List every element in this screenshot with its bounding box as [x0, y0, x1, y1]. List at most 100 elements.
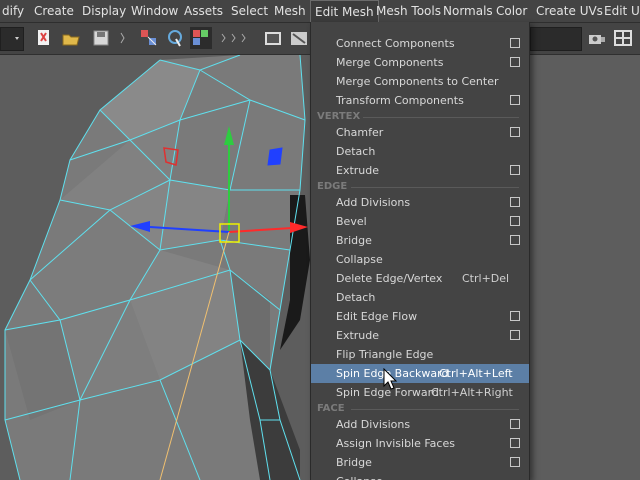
menu-mesh-tools[interactable]: Mesh Tools: [372, 0, 445, 22]
menu-select[interactable]: Select: [227, 0, 272, 22]
select-by-hierarchy-button[interactable]: [138, 27, 160, 49]
menu-item-label: Merge Components to Center: [336, 75, 499, 88]
section-divider: [351, 409, 519, 410]
save-scene-button[interactable]: [90, 27, 112, 49]
section-title: EDGE: [317, 181, 348, 192]
new-scene-icon: [38, 30, 49, 45]
menu-item-spin-edge-backward[interactable]: Spin Edge Backward Ctrl+Alt+Left: [311, 364, 529, 383]
shortcut-label: Ctrl+Alt+Left: [439, 367, 513, 380]
menu-edit-mesh[interactable]: Edit Mesh: [310, 0, 379, 22]
layout-button[interactable]: [612, 27, 634, 49]
section-divider: [363, 117, 519, 118]
layout-icon: [614, 30, 632, 46]
toolbar-separator: [118, 27, 128, 49]
ipr-render-button[interactable]: [288, 27, 310, 49]
menu-item-label: Bridge: [336, 234, 372, 247]
menu-item-label: Bevel: [336, 215, 367, 228]
menu-window[interactable]: Window: [127, 0, 182, 22]
render-icon: [265, 32, 281, 45]
section-divider: [351, 187, 519, 188]
option-box-icon[interactable]: [510, 235, 520, 245]
camera-button[interactable]: [586, 27, 608, 49]
menu-item-label: Flip Triangle Edge: [336, 348, 434, 361]
section-header-face: FACE: [311, 402, 529, 416]
menu-item-face-add-divisions[interactable]: Add Divisions: [311, 415, 529, 434]
menu-color[interactable]: Color: [492, 0, 531, 22]
menu-modify[interactable]: dify: [0, 0, 28, 22]
menu-item-label: Edit Edge Flow: [336, 310, 418, 323]
menu-item-label: Transform Components: [336, 94, 464, 107]
option-box-icon[interactable]: [510, 127, 520, 137]
option-box-icon[interactable]: [510, 438, 520, 448]
menu-create[interactable]: Create: [30, 0, 78, 22]
menu-item-vertex-extrude[interactable]: Extrude: [311, 161, 529, 180]
menu-set-dropdown[interactable]: [0, 27, 24, 51]
select-by-object-button[interactable]: [164, 27, 186, 49]
menu-item-assign-invisible-faces[interactable]: Assign Invisible Faces: [311, 434, 529, 453]
camera-icon: [589, 35, 605, 44]
ipr-icon: [291, 32, 307, 45]
menu-item-face-bridge[interactable]: Bridge: [311, 453, 529, 472]
menu-item-edge-bridge[interactable]: Bridge: [311, 231, 529, 250]
option-box-icon[interactable]: [510, 197, 520, 207]
menu-item-edge-extrude[interactable]: Extrude: [311, 326, 529, 345]
menu-item-transform-components[interactable]: Transform Components: [311, 91, 529, 110]
menu-item-merge-components-to-center[interactable]: Merge Components to Center: [311, 72, 529, 91]
menu-item-edge-bevel[interactable]: Bevel: [311, 212, 529, 231]
menu-item-edge-detach[interactable]: Detach: [311, 288, 529, 307]
open-scene-button[interactable]: [60, 27, 82, 49]
paint-select-icon: [193, 30, 208, 45]
render-button[interactable]: [262, 27, 284, 49]
menu-mesh[interactable]: Mesh: [270, 0, 310, 22]
menu-item-connect-components[interactable]: Connect Components: [311, 34, 529, 53]
menu-item-label: Delete Edge/Vertex: [336, 272, 443, 285]
new-scene-button[interactable]: [32, 27, 54, 49]
menu-item-label: Detach: [336, 145, 376, 158]
option-box-icon[interactable]: [510, 419, 520, 429]
menu-normals[interactable]: Normals: [439, 0, 497, 22]
menu-item-edge-collapse[interactable]: Collapse: [311, 250, 529, 269]
option-box-icon[interactable]: [510, 165, 520, 175]
input-field[interactable]: [530, 27, 582, 51]
toolbar-separator-2: [218, 27, 248, 49]
menu-item-label: Chamfer: [336, 126, 384, 139]
option-box-icon[interactable]: [510, 38, 520, 48]
option-box-icon[interactable]: [510, 457, 520, 467]
menu-item-label: Merge Components: [336, 56, 444, 69]
menu-item-vertex-detach[interactable]: Detach: [311, 142, 529, 161]
menu-item-flip-triangle-edge[interactable]: Flip Triangle Edge: [311, 345, 529, 364]
option-box-icon[interactable]: [510, 216, 520, 226]
menu-item-label: Collapse: [336, 253, 383, 266]
shortcut-label: Ctrl+Del: [462, 272, 510, 285]
menu-item-label: Detach: [336, 291, 376, 304]
section-title: FACE: [317, 403, 345, 414]
menu-item-label: Collapse: [336, 472, 383, 480]
menu-item-merge-components[interactable]: Merge Components: [311, 53, 529, 72]
select-by-component-button[interactable]: [190, 27, 212, 49]
menu-item-edit-edge-flow[interactable]: Edit Edge Flow: [311, 307, 529, 326]
main-menubar: dify Create Display Window Assets Select…: [0, 0, 640, 23]
menu-item-face-collapse[interactable]: Collapse: [311, 472, 529, 480]
option-box-icon[interactable]: [510, 95, 520, 105]
menu-item-vertex-chamfer[interactable]: Chamfer: [311, 123, 529, 142]
menu-item-label: Extrude: [336, 329, 380, 342]
option-box-icon[interactable]: [510, 57, 520, 67]
menu-edit-uv[interactable]: Edit UV: [600, 0, 640, 22]
menu-item-delete-edge-vertex[interactable]: Delete Edge/Vertex Ctrl+Del: [311, 269, 529, 288]
menu-assets[interactable]: Assets: [180, 0, 227, 22]
section-header-edge: EDGE: [311, 180, 529, 194]
menu-item-label: Add Divisions: [336, 196, 411, 209]
shortcut-label: Ctrl+Alt+Right: [431, 386, 513, 399]
option-box-icon[interactable]: [510, 311, 520, 321]
menu-item-label: Add Divisions: [336, 418, 411, 431]
menu-item-label: Assign Invisible Faces: [336, 437, 455, 450]
option-box-icon[interactable]: [510, 330, 520, 340]
section-title: VERTEX: [317, 111, 361, 122]
open-folder-icon: [62, 34, 80, 46]
chevron-down-icon: [15, 37, 19, 40]
menu-create-uvs[interactable]: Create UVs: [532, 0, 607, 22]
menu-display[interactable]: Display: [78, 0, 130, 22]
menu-item-label: Extrude: [336, 164, 380, 177]
menu-item-spin-edge-forward[interactable]: Spin Edge Forward Ctrl+Alt+Right: [311, 383, 529, 402]
menu-item-edge-add-divisions[interactable]: Add Divisions: [311, 193, 529, 212]
